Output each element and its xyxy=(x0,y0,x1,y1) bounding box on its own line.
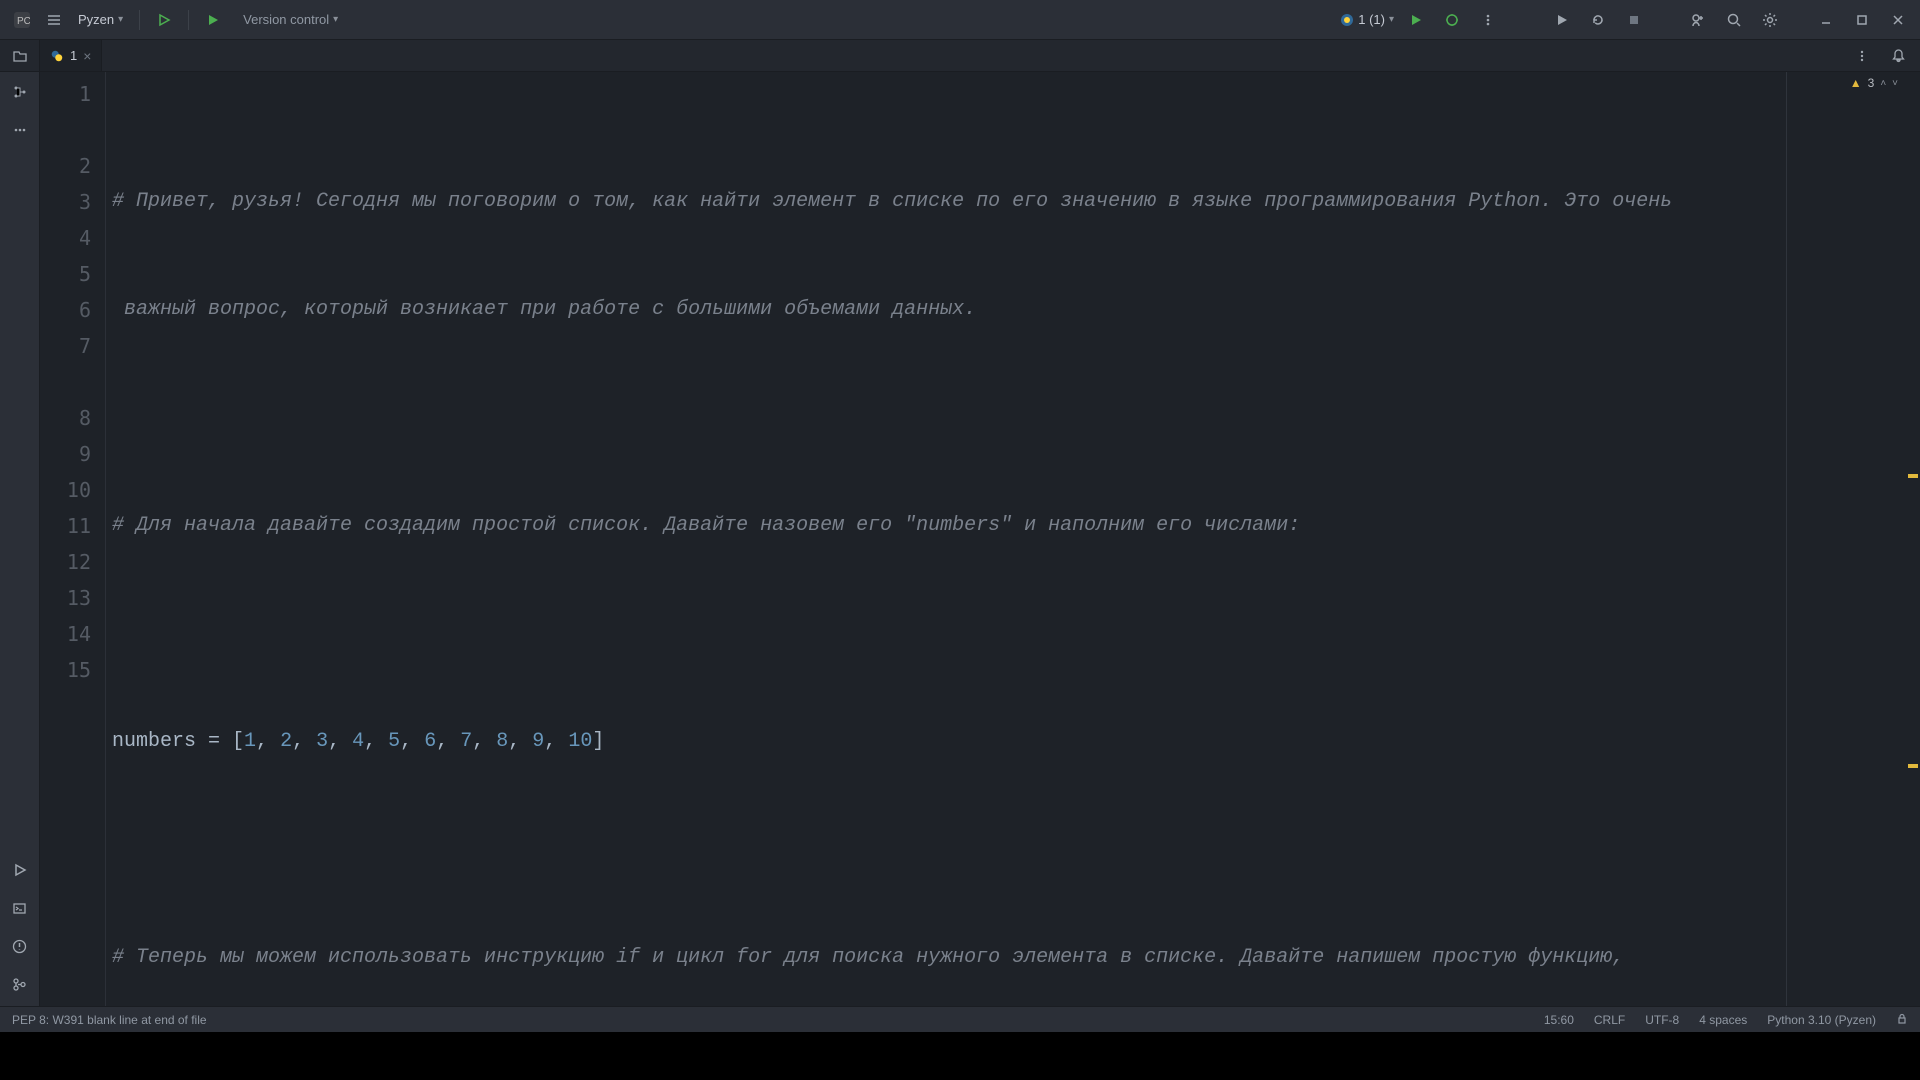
line-number: 11 xyxy=(40,508,91,544)
svg-text:PC: PC xyxy=(17,16,30,27)
code-text: # Для начала давайте создадим простой сп… xyxy=(112,514,1300,537)
problems-tool-icon[interactable] xyxy=(6,932,34,960)
indent-setting[interactable]: 4 spaces xyxy=(1699,1013,1747,1027)
editor-marker-rail: ▲ 3 ˄ ˅ xyxy=(1902,72,1920,1006)
tabbar: 1 × xyxy=(0,40,1920,72)
line-number: 1 xyxy=(40,76,91,112)
code-text: # Привет, рузья! Сегодня мы поговорим о … xyxy=(112,190,1672,213)
file-tab[interactable]: 1 × xyxy=(40,40,102,71)
project-name-label: Pyzen xyxy=(78,12,114,27)
left-tool-rail xyxy=(0,72,40,1006)
tab-filename: 1 xyxy=(70,48,77,63)
line-number: 3 xyxy=(40,184,91,220)
python-interpreter[interactable]: Python 3.10 (Pyzen) xyxy=(1767,1013,1876,1027)
minimize-window-button[interactable] xyxy=(1812,6,1840,34)
chevron-down-icon: ▾ xyxy=(1389,14,1394,25)
python-badge-label: 1 (1) xyxy=(1358,12,1385,27)
editor[interactable]: 1 . 2 3 4 5 6 7 . 8 9 10 11 12 13 14 15 … xyxy=(40,72,1920,1006)
chevron-down-icon: ▾ xyxy=(333,14,338,25)
file-encoding[interactable]: UTF-8 xyxy=(1645,1013,1679,1027)
code-text: важный вопрос, который возникает при раб… xyxy=(112,298,976,321)
line-number: 5 xyxy=(40,256,91,292)
close-window-button[interactable] xyxy=(1884,6,1912,34)
warning-marker[interactable] xyxy=(1908,474,1918,478)
black-letterbox xyxy=(0,1032,1920,1080)
code-with-me-icon[interactable] xyxy=(1684,6,1712,34)
maximize-window-button[interactable] xyxy=(1848,6,1876,34)
line-number: 13 xyxy=(40,580,91,616)
python-env-badge[interactable]: 1 (1) ▾ xyxy=(1340,12,1394,27)
play-run-button[interactable] xyxy=(1548,6,1576,34)
project-selector[interactable]: Pyzen ▾ xyxy=(72,12,129,27)
main-area: 1 . 2 3 4 5 6 7 . 8 9 10 11 12 13 14 15 … xyxy=(0,72,1920,1006)
run-button[interactable] xyxy=(150,6,178,34)
line-number: 10 xyxy=(40,472,91,508)
line-number: 8 xyxy=(40,400,91,436)
structure-tool-icon[interactable] xyxy=(6,78,34,106)
main-menu-icon[interactable] xyxy=(40,6,68,34)
vcs-tool-icon[interactable] xyxy=(6,970,34,998)
chevron-down-icon: ˅ xyxy=(1892,78,1898,89)
more-tools-icon[interactable] xyxy=(6,116,34,144)
line-number: 7 xyxy=(40,328,91,364)
statusbar: PEP 8: W391 blank line at end of file 15… xyxy=(0,1006,1920,1032)
topbar: PC Pyzen ▾ Version control ▾ 1 (1) ▾ xyxy=(0,0,1920,40)
line-number: 6 xyxy=(40,292,91,328)
line-number: 12 xyxy=(40,544,91,580)
readonly-lock-icon[interactable] xyxy=(1896,1013,1908,1027)
search-icon[interactable] xyxy=(1720,6,1748,34)
warning-marker[interactable] xyxy=(1908,764,1918,768)
line-number: 2 xyxy=(40,148,91,184)
version-control-selector[interactable]: Version control ▾ xyxy=(243,12,338,27)
debug-button[interactable] xyxy=(1438,6,1466,34)
app-logo-icon[interactable]: PC xyxy=(8,6,36,34)
run-script-button[interactable] xyxy=(199,6,227,34)
line-separator[interactable]: CRLF xyxy=(1594,1013,1625,1027)
code-area[interactable]: # Привет, рузья! Сегодня мы поговорим о … xyxy=(106,72,1902,1006)
run-green-button[interactable] xyxy=(1402,6,1430,34)
line-number: 4 xyxy=(40,220,91,256)
cursor-position[interactable]: 15:60 xyxy=(1544,1013,1574,1027)
chevron-down-icon: ▾ xyxy=(118,14,123,25)
status-message: PEP 8: W391 blank line at end of file xyxy=(12,1013,207,1027)
line-gutter: 1 . 2 3 4 5 6 7 . 8 9 10 11 12 13 14 15 xyxy=(40,72,106,1006)
hard-wrap-guide xyxy=(1786,72,1787,1006)
close-tab-button[interactable]: × xyxy=(83,48,91,64)
warning-count: 3 xyxy=(1868,76,1875,90)
project-tool-button[interactable] xyxy=(0,40,40,71)
warning-icon: ▲ xyxy=(1850,76,1862,90)
python-file-icon xyxy=(50,49,64,63)
stop-button[interactable] xyxy=(1620,6,1648,34)
settings-icon[interactable] xyxy=(1756,6,1784,34)
notifications-icon[interactable] xyxy=(1884,42,1912,70)
code-text: # Теперь мы можем использовать инструкци… xyxy=(112,946,1624,969)
line-number: 9 xyxy=(40,436,91,472)
inspection-status[interactable]: ▲ 3 ˄ ˅ xyxy=(1850,76,1898,90)
line-number: 15 xyxy=(40,652,91,688)
line-number: 14 xyxy=(40,616,91,652)
run-tool-icon[interactable] xyxy=(6,856,34,884)
chevron-up-icon: ˄ xyxy=(1880,78,1886,89)
tab-actions-button[interactable] xyxy=(1848,42,1876,70)
terminal-tool-icon[interactable] xyxy=(6,894,34,922)
rerun-button[interactable] xyxy=(1584,6,1612,34)
vcs-label: Version control xyxy=(243,12,329,27)
more-actions-button[interactable] xyxy=(1474,6,1502,34)
